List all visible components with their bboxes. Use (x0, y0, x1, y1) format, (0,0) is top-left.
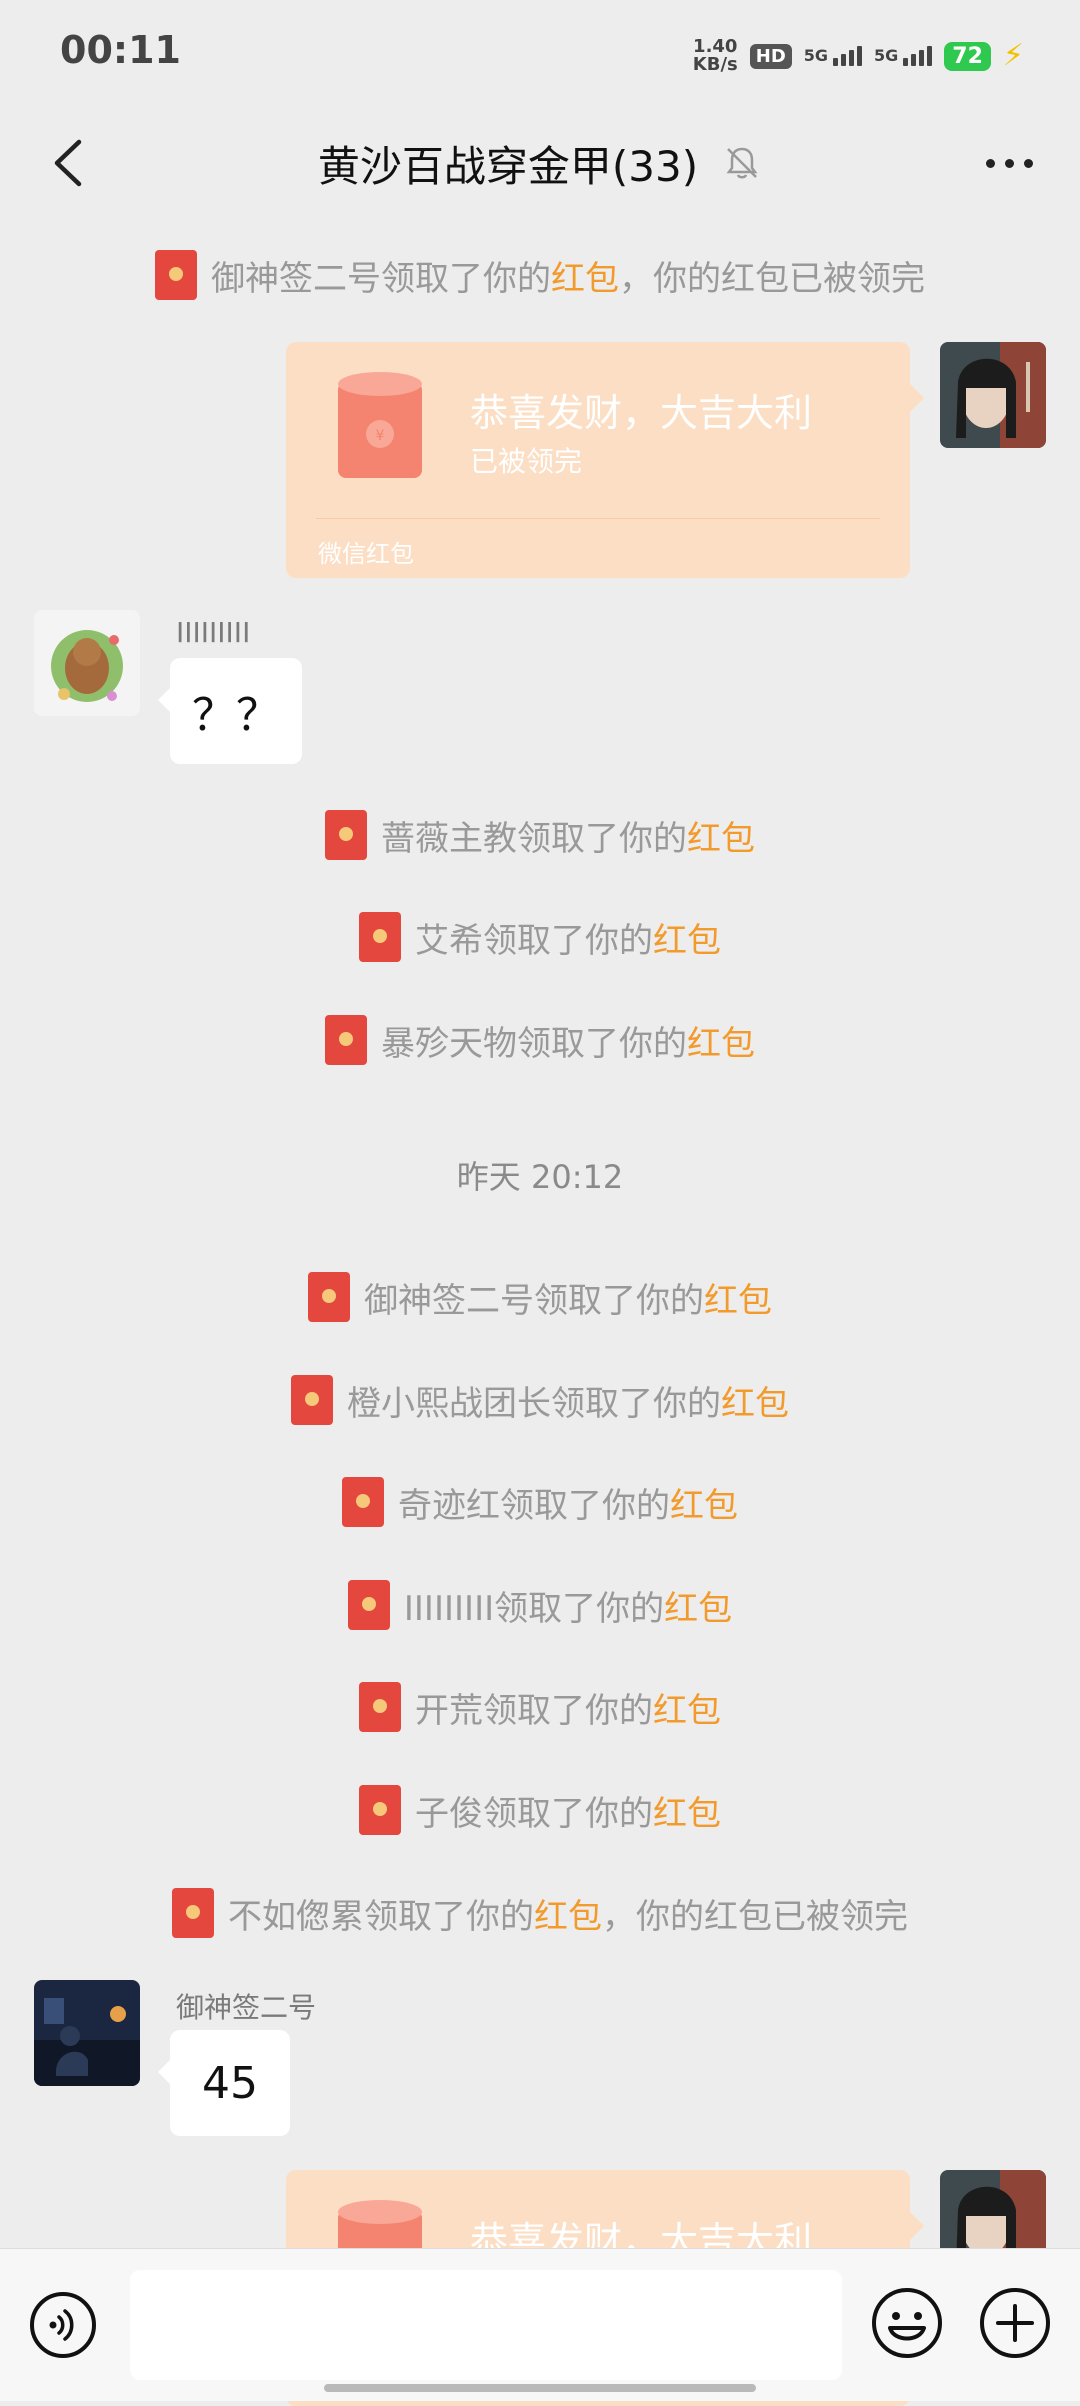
system-message: 子俊领取了你的红包 (0, 1783, 1080, 1837)
red-packet-title: 恭喜发财，大吉大利 (470, 391, 813, 435)
chat-title: 黄沙百战穿金甲(33) (317, 141, 699, 191)
system-text: 开荒领取了你的 (415, 1690, 653, 1731)
system-message: 橙小熙战团长领取了你的红包 (0, 1373, 1080, 1427)
system-text: IIIIIIIII领取了你的 (403, 1588, 665, 1629)
system-text: 御神签二号领取了你的 (364, 1280, 704, 1321)
system-suffix: ，你的红包已被领完 (602, 1896, 908, 1937)
voice-input-button[interactable] (30, 2292, 96, 2358)
battery-icon: 72 (944, 41, 991, 71)
back-arrow-icon (54, 139, 82, 187)
network-speed: 1.40 KB/s (693, 38, 738, 74)
system-text: 艾希领取了你的 (415, 920, 653, 961)
system-message: 奇迹红领取了你的红包 (0, 1475, 1080, 1529)
charging-icon: ⚡ (1002, 38, 1024, 73)
message-bubble[interactable]: ？？ (158, 658, 302, 764)
my-avatar-image (940, 342, 1046, 448)
svg-text:¥: ¥ (376, 428, 385, 444)
red-packet-icon (347, 1580, 390, 1630)
system-message: 御神签二号领取了你的红包 (0, 1270, 1080, 1324)
system-message: IIIIIIIII领取了你的红包 (0, 1578, 1080, 1632)
red-packet-link[interactable]: 红包 (721, 1384, 789, 1424)
chat-header: 黄沙百战穿金甲(33) (0, 128, 1080, 198)
message-input[interactable] (130, 2270, 842, 2380)
signal-label: 5G (803, 46, 829, 65)
system-text: 不如偬累领取了你的 (228, 1896, 534, 1937)
red-packet-status: 已被领完 (470, 445, 583, 478)
sender-nickname: 御神签二号 (176, 1991, 317, 2024)
red-packet-envelope-icon: ¥ (338, 372, 422, 478)
red-packet-link[interactable]: 红包 (534, 1897, 602, 1937)
red-packet-link[interactable]: 红包 (551, 259, 619, 299)
red-packet-link[interactable]: 红包 (704, 1281, 772, 1321)
time-divider-label: 昨天 20:12 (456, 1158, 624, 1196)
status-icons: 1.40 KB/s HD 5G 5G 72 ⚡ (693, 34, 1024, 78)
red-packet-link[interactable]: 红包 (653, 1691, 721, 1731)
system-text: 御神签二号领取了你的 (211, 258, 551, 299)
voice-icon (49, 2309, 74, 2341)
divider (316, 518, 880, 519)
system-suffix: ，你的红包已被领完 (619, 258, 925, 299)
system-message: 艾希领取了你的红包 (0, 910, 1080, 964)
time-divider: 昨天 20:12 (0, 1150, 1080, 1200)
red-packet-link[interactable]: 红包 (687, 1024, 755, 1064)
red-packet-link[interactable]: 红包 (687, 819, 755, 859)
message-bubble[interactable]: 45 (158, 2030, 290, 2136)
system-text: 蔷薇主教领取了你的 (381, 818, 687, 859)
system-message: 不如偬累领取了你的红包，你的红包已被领完 (0, 1886, 1080, 1940)
system-message: 开荒领取了你的红包 (0, 1680, 1080, 1734)
back-button[interactable] (38, 128, 98, 198)
red-packet-card[interactable]: ¥ 恭喜发财，大吉大利 已被领完 微信红包 (286, 342, 924, 578)
status-time: 00:11 (60, 28, 181, 72)
red-packet-footer: 微信红包 (318, 540, 414, 568)
system-text: 暴殄天物领取了你的 (381, 1023, 687, 1064)
system-text: 奇迹红领取了你的 (398, 1485, 670, 1526)
dot-icon (1004, 158, 1014, 168)
emoji-button[interactable] (870, 2286, 944, 2360)
red-packet-icon (291, 1375, 333, 1425)
message-text: ？？ (192, 690, 280, 741)
signal-icon: 5G (803, 46, 863, 66)
signal-label-2: 5G (874, 46, 899, 65)
muted-bell-icon (726, 147, 758, 179)
system-message: 御神签二号领取了你的红包，你的红包已被领完 (0, 248, 1080, 302)
red-packet-icon (172, 1888, 214, 1938)
message-text: 45 (202, 2057, 258, 2109)
red-packet-icon (325, 1015, 367, 1065)
home-indicator[interactable] (324, 2384, 756, 2392)
system-message: 暴殄天物领取了你的红包 (0, 1013, 1080, 1067)
red-packet-icon (325, 810, 367, 860)
red-packet-link[interactable]: 红包 (653, 921, 721, 961)
red-packet-icon (359, 1785, 401, 1835)
more-options-button[interactable] (974, 128, 1044, 198)
dot-icon (985, 158, 995, 168)
signal-icon-2: 5G (874, 46, 933, 66)
red-packet-icon (359, 1682, 401, 1732)
user-avatar-image (34, 1980, 140, 2086)
more-actions-button[interactable] (978, 2286, 1052, 2360)
system-text: 子俊领取了你的 (415, 1793, 653, 1834)
user-avatar[interactable] (34, 610, 140, 716)
red-packet-link[interactable]: 红包 (670, 1486, 738, 1526)
red-packet-link[interactable]: 红包 (664, 1589, 732, 1629)
my-avatar[interactable] (940, 342, 1046, 448)
red-packet-icon (155, 250, 197, 300)
sender-nickname: IIIIIIIII (176, 616, 251, 649)
network-speed-unit: KB/s (692, 54, 738, 75)
user-avatar[interactable] (34, 1980, 140, 2086)
red-packet-link[interactable]: 红包 (653, 1794, 721, 1834)
system-message: 蔷薇主教领取了你的红包 (0, 808, 1080, 862)
dot-icon (1023, 158, 1033, 168)
hd-icon: HD (749, 43, 792, 69)
red-packet-icon (342, 1477, 384, 1527)
system-text: 橙小熙战团长领取了你的 (347, 1383, 721, 1424)
red-packet-icon (308, 1272, 350, 1322)
red-packet-icon (359, 912, 401, 962)
user-avatar-image (34, 610, 140, 716)
